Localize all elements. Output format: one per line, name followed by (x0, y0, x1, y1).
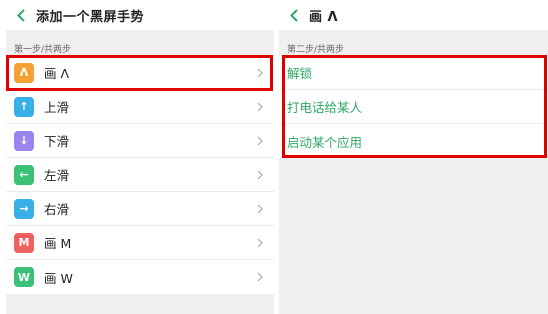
gesture-item-swipe-up[interactable]: ↑ 上滑 (6, 90, 274, 124)
action-list: 解锁 打电话给某人 启动某个应用 (279, 56, 548, 158)
gesture-label: 画 Λ (44, 66, 70, 81)
back-icon[interactable] (14, 8, 28, 22)
letter-w-icon: W (14, 267, 34, 287)
arrow-left-icon: ← (14, 164, 34, 185)
chevron-right-icon (257, 204, 263, 214)
action-item-unlock[interactable]: 解锁 (279, 56, 548, 90)
page-title: 画 Λ (309, 9, 339, 25)
step-label: 第二步/共两步 (287, 45, 345, 55)
step-label: 第一步/共两步 (14, 45, 72, 55)
gesture-item-swipe-right[interactable]: → 右滑 (6, 192, 274, 226)
action-item-launch-app[interactable]: 启动某个应用 (279, 124, 548, 158)
chevron-right-icon (257, 102, 263, 112)
chevron-right-icon (257, 136, 263, 146)
gesture-label: 右滑 (44, 202, 70, 217)
left-header: 添加一个黑屏手势 (6, 0, 274, 30)
arrow-down-icon: ↓ (14, 130, 34, 151)
right-header: 画 Λ (279, 0, 548, 30)
gesture-label: 画 M (44, 236, 72, 251)
gesture-item-draw-caret[interactable]: Λ 画 Λ (6, 56, 274, 90)
gesture-item-swipe-down[interactable]: ↓ 下滑 (6, 124, 274, 158)
gesture-item-draw-m[interactable]: M 画 M (6, 226, 274, 260)
gesture-list: Λ 画 Λ ↑ 上滑 ↓ 下滑 ← 左滑 → 右滑 M 画 M W 画 W (6, 56, 274, 294)
page-title: 添加一个黑屏手势 (36, 9, 145, 25)
gesture-label: 画 W (44, 270, 73, 286)
chevron-right-icon (257, 68, 263, 78)
chevron-right-icon (257, 238, 263, 248)
gesture-item-draw-w[interactable]: W 画 W (6, 260, 274, 294)
gesture-label: 左滑 (44, 168, 70, 183)
letter-m-icon: M (14, 232, 34, 253)
arrow-right-icon: → (14, 198, 34, 219)
gesture-item-swipe-left[interactable]: ← 左滑 (6, 158, 274, 192)
arrow-up-icon: ↑ (14, 96, 34, 117)
chevron-right-icon (257, 170, 263, 180)
gesture-label: 上滑 (44, 100, 70, 115)
left-pane: 添加一个黑屏手势 第一步/共两步 Λ 画 Λ ↑ 上滑 ↓ 下滑 ← 左滑 → … (6, 0, 274, 314)
back-icon[interactable] (287, 8, 301, 22)
chevron-right-icon (257, 272, 263, 282)
action-item-call-someone[interactable]: 打电话给某人 (279, 90, 548, 124)
right-pane: 画 Λ 第二步/共两步 解锁 打电话给某人 启动某个应用 (279, 0, 548, 314)
caret-up-icon: Λ (14, 62, 34, 83)
gesture-label: 下滑 (44, 134, 70, 149)
